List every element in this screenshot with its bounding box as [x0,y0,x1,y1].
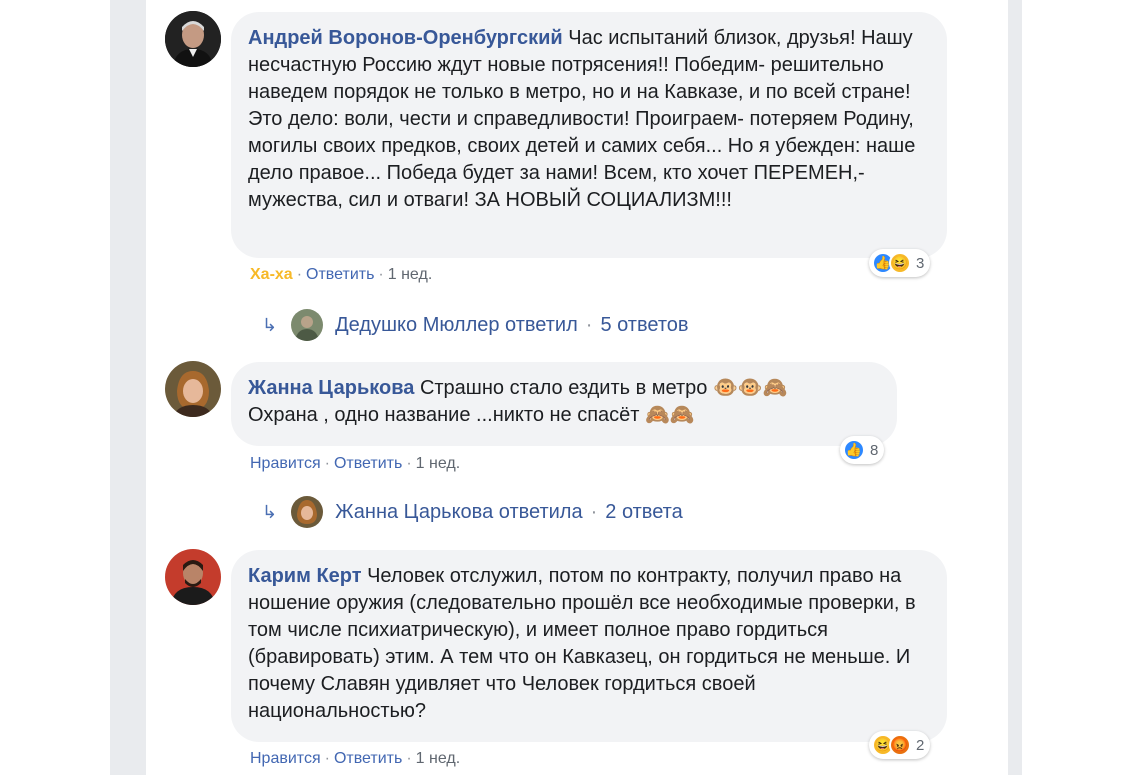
avatar[interactable] [165,361,221,417]
reply-button[interactable]: Ответить [334,750,402,767]
replies-count: 5 ответов [600,313,689,336]
angry-reaction-icon: 😡 [889,734,911,756]
view-replies-link[interactable]: ↳ Дедушко Мюллер ответил · 5 ответов [262,309,689,341]
reactions-summary[interactable]: 👍 8 [840,436,885,464]
reply-arrow-icon: ↳ [262,501,278,522]
comment-author[interactable]: Андрей Воронов-Оренбургский [248,27,563,49]
replies-count: 2 ответа [605,500,683,523]
separator: · [296,266,303,283]
comment-actions: Нравится · Ответить · 1 нед. [250,455,460,473]
reactions-summary[interactable]: 👍 😆 3 [869,249,931,277]
reply-avatar [291,309,324,341]
avatar-image [165,11,221,67]
separator: · [585,313,593,336]
separator: · [324,750,330,767]
comment-actions: Нравится · Ответить · 1 нед. [250,750,460,768]
like-reaction-icon: 👍 [843,439,865,461]
avatar-image [165,549,221,605]
avatar-image [165,361,221,417]
like-button[interactable]: Нравится [250,455,321,472]
reaction-count: 2 [916,736,925,754]
separator: · [378,266,384,283]
like-button[interactable]: Нравится [250,750,321,767]
comment-time[interactable]: 1 нед. [388,266,433,283]
comment-author[interactable]: Карим Керт [248,565,362,587]
comment-text-line-2: Охрана , одно название ...никто не спасё… [248,404,695,426]
reaction-count: 8 [870,441,879,459]
comment-bubble: Карим Керт Человек отслужил, потом по ко… [231,550,947,742]
comment-author[interactable]: Жанна Царькова [248,377,414,399]
reply-button[interactable]: Ответить [306,266,374,283]
comment-time[interactable]: 1 нед. [416,750,461,767]
separator: · [406,455,412,472]
avatar[interactable] [165,549,221,605]
replies-name: Жанна Царькова ответила [335,500,583,523]
reactions-summary[interactable]: 😆 😡 2 [869,731,931,759]
comment-text: Час испытаний близок, друзья! Нашу несча… [248,27,916,211]
reaction-button[interactable]: Ха-ха [250,266,293,283]
separator: · [406,750,412,767]
comment-time[interactable]: 1 нед. [416,455,461,472]
comment-bubble: Жанна Царькова Страшно стало ездить в ме… [231,362,897,446]
haha-reaction-icon: 😆 [889,252,911,274]
reply-avatar [291,496,324,528]
replies-name: Дедушко Мюллер ответил [335,313,578,336]
reply-arrow-icon: ↳ [262,314,278,335]
separator: · [324,455,330,472]
reaction-count: 3 [916,254,925,272]
comment-bubble: Андрей Воронов-Оренбургский Час испытани… [231,12,947,258]
comment-text: Человек отслужил, потом по контракту, по… [248,565,916,722]
view-replies-link[interactable]: ↳ Жанна Царькова ответила · 2 ответа [262,496,683,528]
avatar[interactable] [165,11,221,67]
reply-button[interactable]: Ответить [334,455,402,472]
comment-actions: Ха-ха · Ответить · 1 нед. [250,266,432,284]
separator: · [590,500,598,523]
comment-text-line-1: Страшно стало ездить в метро 🐵🐵🙈 [419,377,788,399]
